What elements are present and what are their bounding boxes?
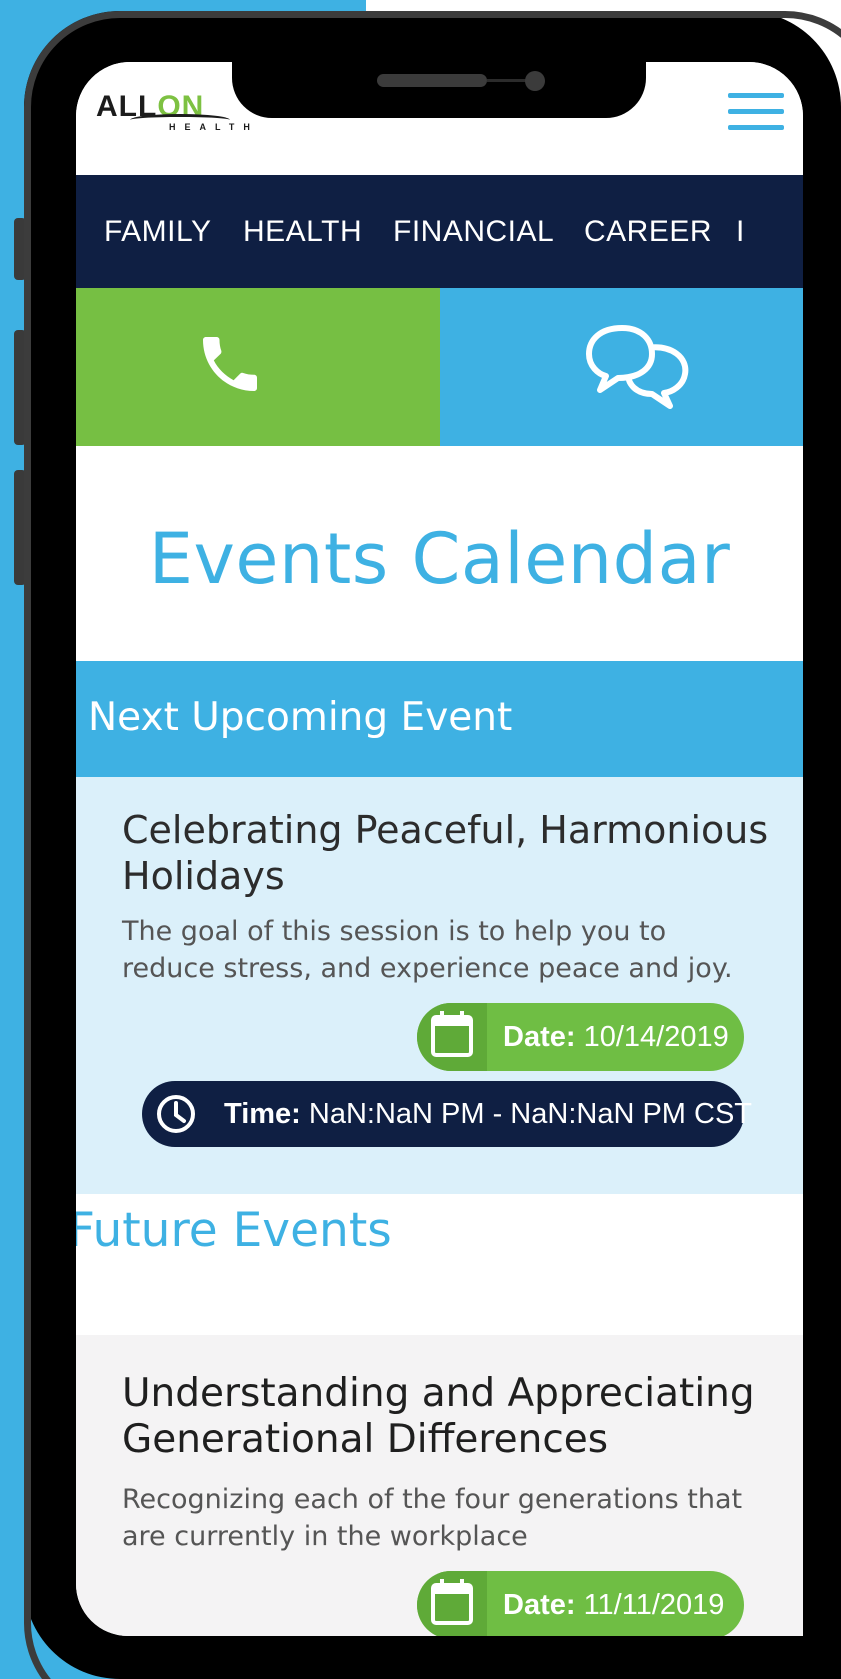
event-date-badge: Date: 11/11/2019 — [417, 1571, 744, 1636]
phone-screen: ALLON HEALTH FAMILY HEALTH FINANCIAL CAR… — [76, 62, 803, 1636]
future-event-card[interactable]: Understanding and Appreciating Generatio… — [76, 1335, 803, 1636]
nav-item-family[interactable]: FAMILY — [104, 215, 211, 249]
event-title[interactable]: Understanding and Appreciating Generatio… — [122, 1371, 782, 1463]
nav-item-career[interactable]: CAREER — [584, 215, 712, 249]
nav-item-health[interactable]: HEALTH — [243, 215, 362, 249]
call-button[interactable] — [76, 288, 440, 446]
chat-button[interactable] — [440, 288, 803, 446]
phone-icon — [203, 337, 257, 391]
event-description: Recognizing each of the four generations… — [122, 1484, 743, 1552]
calendar-icon — [417, 1571, 487, 1636]
event-time-badge: Time: NaN:NaN PM - NaN:NaN PM CST — [142, 1081, 752, 1149]
page-title: Events Calendar — [148, 518, 731, 600]
phone-notch — [232, 62, 646, 118]
nav-item-more[interactable]: I — [736, 215, 745, 249]
next-event-header: Next Upcoming Event — [76, 661, 803, 777]
calendar-icon — [417, 1003, 487, 1071]
logo-subtext: HEALTH — [169, 122, 259, 132]
next-event-heading: Next Upcoming Event — [88, 695, 513, 740]
event-date-badge: Date: 10/14/2019 — [417, 1003, 744, 1071]
front-camera — [525, 71, 545, 91]
clock-icon — [142, 1081, 212, 1149]
speaker-grille — [377, 74, 487, 87]
future-events-heading: Future Events — [76, 1203, 392, 1258]
hamburger-menu-icon[interactable] — [728, 93, 784, 133]
nav-item-financial[interactable]: FINANCIAL — [393, 215, 554, 249]
event-description: The goal of this session is to help you … — [122, 916, 733, 984]
event-title[interactable]: Celebrating Peaceful, Harmonious Holiday… — [122, 807, 803, 899]
date-value: 10/14/2019 — [583, 1021, 729, 1053]
date-label: Date: — [503, 1021, 576, 1053]
date-value: 11/11/2019 — [583, 1589, 725, 1621]
chat-bubbles-icon — [586, 325, 689, 409]
next-event-card[interactable]: Celebrating Peaceful, Harmonious Holiday… — [76, 777, 803, 1194]
category-nav: FAMILY HEALTH FINANCIAL CAREER I — [76, 175, 803, 288]
time-value: NaN:NaN PM - NaN:NaN PM CST — [308, 1098, 753, 1130]
time-label: Time: — [224, 1098, 301, 1130]
date-label: Date: — [503, 1589, 576, 1621]
